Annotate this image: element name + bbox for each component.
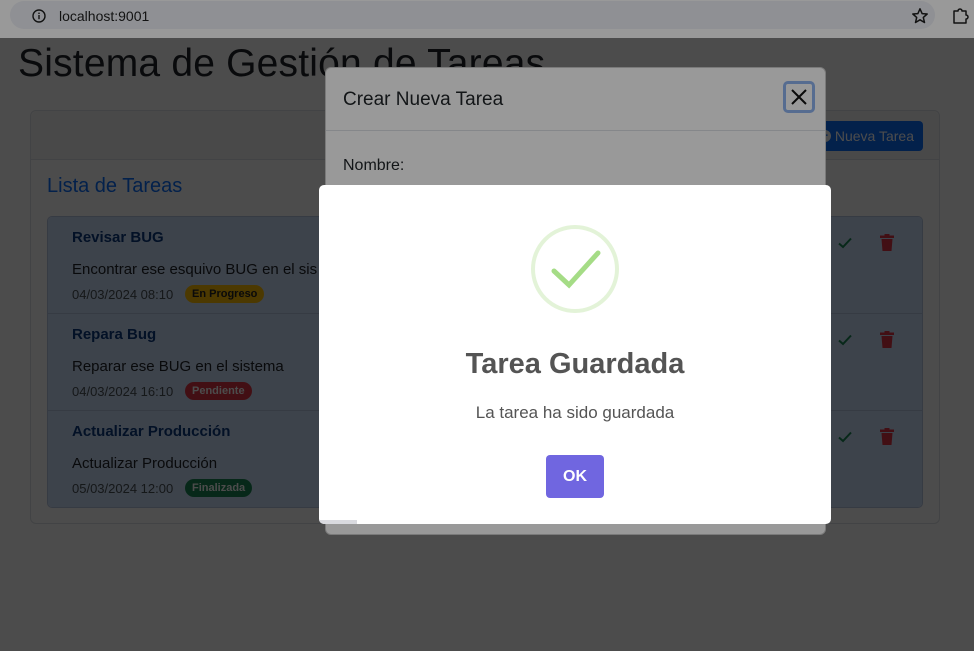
alert-text: La tarea ha sido guardada	[475, 403, 675, 422]
alert-title: Tarea Guardada	[465, 348, 685, 380]
timer-progress-bar	[319, 520, 357, 524]
success-check-icon	[531, 225, 619, 313]
ok-button[interactable]: OK	[546, 455, 604, 498]
success-alert: Tarea Guardada La tarea ha sido guardada…	[319, 185, 831, 524]
